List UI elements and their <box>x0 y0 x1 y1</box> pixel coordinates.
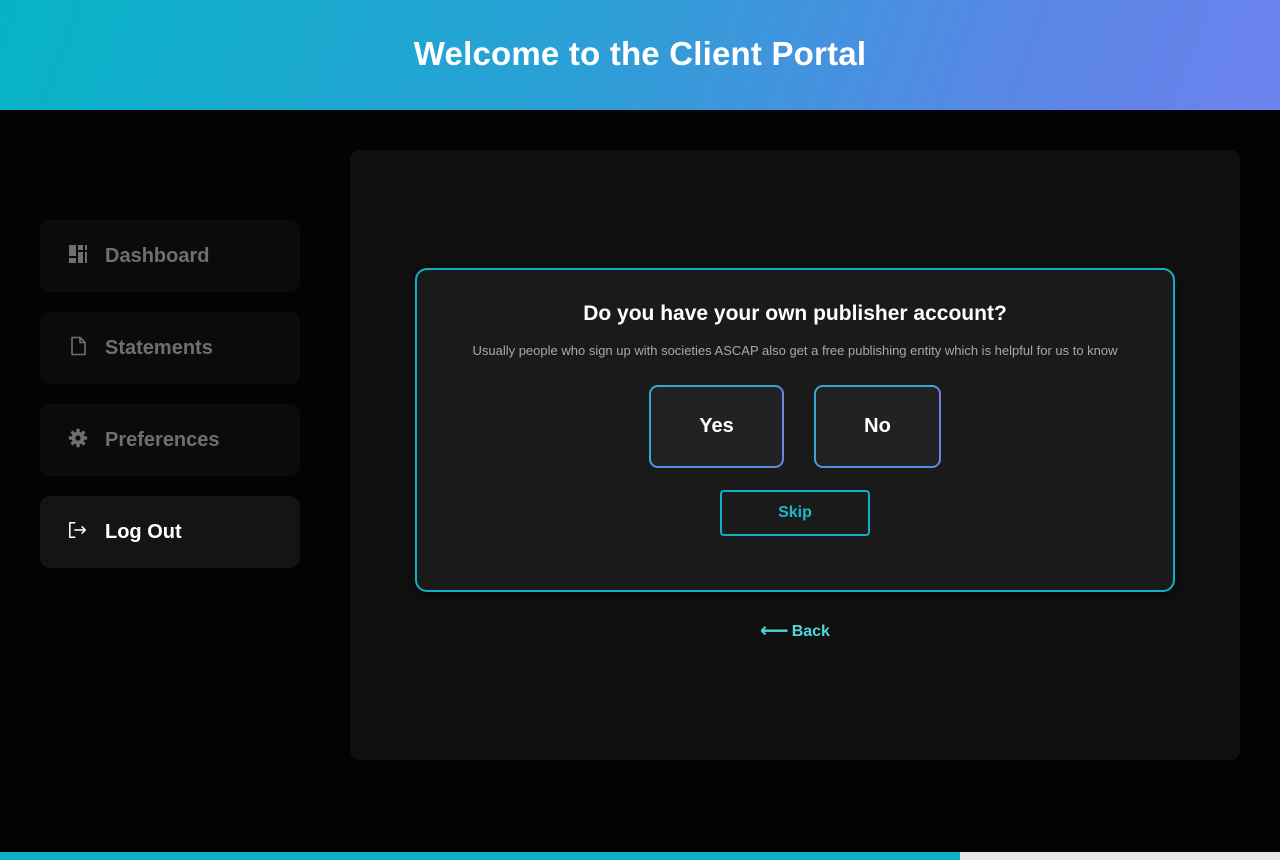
dashboard-icon <box>68 244 88 264</box>
progress-fill <box>0 852 960 860</box>
arrow-left-icon: ⟵ <box>760 620 789 642</box>
sidebar-item-label: Statements <box>105 336 213 359</box>
progress-bar <box>0 852 1280 860</box>
page-header: Welcome to the Client Portal <box>0 0 1280 110</box>
yes-button[interactable]: Yes <box>649 385 784 468</box>
sidebar-item-logout[interactable]: Log Out <box>40 496 300 568</box>
skip-button[interactable]: Skip <box>720 490 870 536</box>
answer-choices: Yes No <box>417 385 1173 468</box>
sidebar-item-label: Preferences <box>105 428 220 451</box>
question-description: Usually people who sign up with societie… <box>472 343 1118 358</box>
logout-icon <box>68 520 88 540</box>
question-panel: Do you have your own publisher account? … <box>415 268 1175 592</box>
no-button[interactable]: No <box>814 385 941 468</box>
sidebar-item-label: Dashboard <box>105 244 210 267</box>
sidebar-item-dashboard[interactable]: Dashboard <box>40 220 300 292</box>
back-link[interactable]: ⟵ Back <box>350 617 1240 642</box>
back-label: Back <box>791 623 830 640</box>
sidebar-item-label: Log Out <box>105 520 182 543</box>
sidebar-nav: Dashboard Statements Preferences Log Out <box>40 220 300 588</box>
sidebar-item-preferences[interactable]: Preferences <box>40 404 300 476</box>
main-card: Do you have your own publisher account? … <box>350 150 1240 760</box>
page-title: Welcome to the Client Portal <box>413 34 867 72</box>
question-title: Do you have your own publisher account? <box>583 302 1007 325</box>
gear-icon <box>68 428 88 448</box>
sidebar-item-statements[interactable]: Statements <box>40 312 300 384</box>
document-icon <box>68 336 88 356</box>
